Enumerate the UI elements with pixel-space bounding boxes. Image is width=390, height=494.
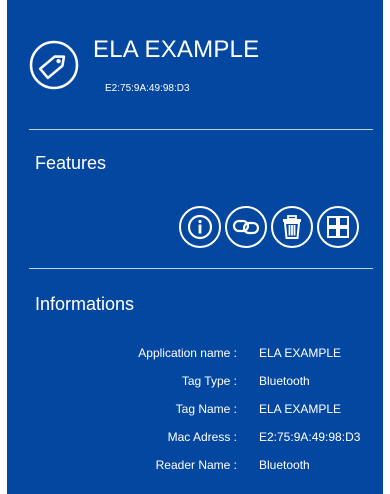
tag-icon [29, 40, 79, 90]
info-row-application-name: Application name : ELA EXAMPLE [7, 346, 383, 366]
info-row-tag-type: Tag Type : Bluetooth [7, 374, 383, 394]
divider-top [29, 129, 373, 130]
info-value: ELA EXAMPLE [259, 402, 342, 416]
features-title: Features [35, 153, 107, 173]
info-label: Mac Adress : [167, 430, 237, 444]
informations-title: Informations [35, 294, 135, 314]
link-button[interactable] [225, 206, 267, 248]
header: ELA EXAMPLE E2:75:9A:49:98:D3 [7, 0, 383, 128]
grid-icon [327, 216, 349, 238]
link-icon [232, 219, 260, 235]
info-label: Reader Name : [155, 458, 237, 472]
divider-bottom [29, 268, 373, 269]
info-value: ELA EXAMPLE [259, 346, 342, 360]
grid-button[interactable] [317, 206, 359, 248]
info-row-reader-name: Reader Name : Bluetooth [7, 458, 383, 478]
info-icon [187, 214, 213, 240]
device-panel: ELA EXAMPLE E2:75:9A:49:98:D3 Features I… [7, 0, 383, 494]
info-row-tag-name: Tag Name : ELA EXAMPLE [7, 402, 383, 422]
info-row-mac-address: Mac Adress : E2:75:9A:49:98:D3 [7, 430, 383, 450]
info-value: Bluetooth [259, 374, 310, 388]
info-label: Tag Type : [181, 374, 237, 388]
info-label: Application name : [138, 346, 237, 360]
info-label: Tag Name : [175, 402, 237, 416]
info-button[interactable] [179, 206, 221, 248]
info-value: E2:75:9A:49:98:D3 [259, 430, 361, 444]
info-value: Bluetooth [259, 458, 310, 472]
device-mac: E2:75:9A:49:98:D3 [105, 83, 190, 94]
features-toolbar [179, 206, 359, 250]
delete-button[interactable] [271, 206, 313, 248]
device-title: ELA EXAMPLE [93, 36, 260, 63]
trash-icon [283, 215, 301, 239]
